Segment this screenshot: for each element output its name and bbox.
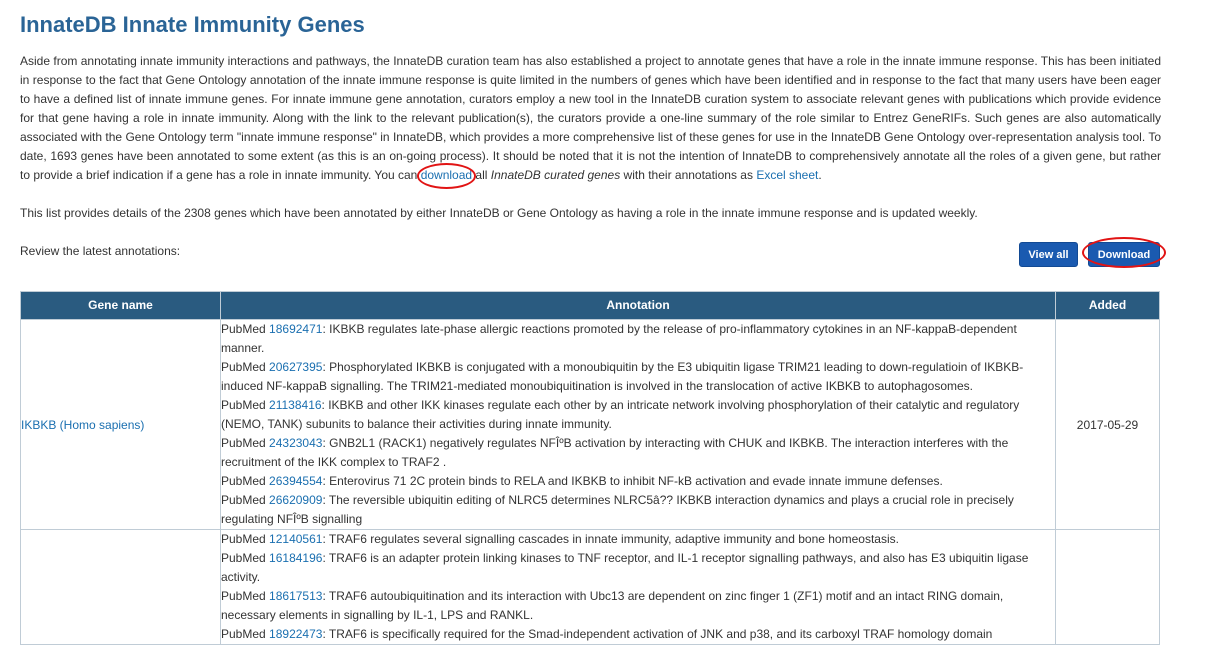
annotation-item: PubMed 18922473: TRAF6 is specifically r… xyxy=(221,625,1055,644)
annotation-text: : GNB2L1 (RACK1) negatively regulates NF… xyxy=(221,436,1009,469)
download-link[interactable]: download xyxy=(421,168,472,182)
annotation-item: PubMed 24323043: GNB2L1 (RACK1) negative… xyxy=(221,434,1055,472)
pubmed-link[interactable]: 26394554 xyxy=(269,474,322,488)
pubmed-link[interactable]: 26620909 xyxy=(269,493,322,507)
excel-sheet-link[interactable]: Excel sheet xyxy=(756,168,818,182)
annotation-item: PubMed 26394554: Enterovirus 71 2C prote… xyxy=(221,472,1055,491)
annotation-item: PubMed 18692471: IKBKB regulates late-ph… xyxy=(221,320,1055,358)
annotation-text: : TRAF6 is specifically required for the… xyxy=(322,627,993,641)
pubmed-label: PubMed xyxy=(221,627,266,641)
header-annotation[interactable]: Annotation xyxy=(220,291,1056,320)
curated-genes-text: InnateDB curated genes xyxy=(490,168,621,182)
download-link-highlight: download xyxy=(416,163,477,189)
list-details-text: This list provides details of the 2308 g… xyxy=(20,206,978,220)
annotation-text: : TRAF6 autoubiquitination and its inter… xyxy=(221,589,1004,622)
pubmed-label: PubMed xyxy=(221,474,266,488)
annotation-text: : TRAF6 regulates several signalling cas… xyxy=(322,532,899,546)
innate-genes-table: Gene name Annotation Added IKBKB (Homo s… xyxy=(20,291,1160,645)
table-row: PubMed 12140561: TRAF6 regulates several… xyxy=(20,529,1160,645)
intro-text: Aside from annotating innate immunity in… xyxy=(20,54,1161,182)
annotation-text: : TRAF6 is an adapter protein linking ki… xyxy=(221,551,1029,584)
gene-name-cell xyxy=(20,529,221,645)
intro-all-text: all xyxy=(475,168,488,182)
annotation-cell: PubMed 12140561: TRAF6 regulates several… xyxy=(220,529,1056,645)
annotation-item: PubMed 26620909: The reversible ubiquiti… xyxy=(221,491,1055,529)
pubmed-link[interactable]: 16184196 xyxy=(269,551,322,565)
pubmed-link[interactable]: 12140561 xyxy=(269,532,322,546)
intro-paragraph: Aside from annotating innate immunity in… xyxy=(20,52,1161,189)
annotation-text: : Phosphorylated IKBKB is conjugated wit… xyxy=(221,360,1024,393)
gene-name-cell: IKBKB (Homo sapiens) xyxy=(20,319,221,530)
pubmed-link[interactable]: 24323043 xyxy=(269,436,322,450)
annotation-text: : The reversible ubiquitin editing of NL… xyxy=(221,493,1014,526)
annotation-item: PubMed 20627395: Phosphorylated IKBKB is… xyxy=(221,358,1055,396)
added-date-cell xyxy=(1055,529,1160,645)
annotation-text: : IKBKB and other IKK kinases regulate e… xyxy=(221,398,1020,431)
pubmed-link[interactable]: 18617513 xyxy=(269,589,322,603)
pubmed-label: PubMed xyxy=(221,398,266,412)
pubmed-label: PubMed xyxy=(221,493,266,507)
pubmed-label: PubMed xyxy=(221,360,266,374)
header-added[interactable]: Added xyxy=(1055,291,1160,320)
intro-period: . xyxy=(818,168,822,182)
pubmed-link[interactable]: 18692471 xyxy=(269,322,322,336)
pubmed-label: PubMed xyxy=(221,436,266,450)
annotation-item: PubMed 16184196: TRAF6 is an adapter pro… xyxy=(221,549,1055,587)
annotation-item: PubMed 18617513: TRAF6 autoubiquitinatio… xyxy=(221,587,1055,625)
annotation-item: PubMed 12140561: TRAF6 regulates several… xyxy=(221,530,1055,549)
pubmed-link[interactable]: 20627395 xyxy=(269,360,322,374)
annotation-text: : IKBKB regulates late-phase allergic re… xyxy=(221,322,1017,355)
pubmed-link[interactable]: 18922473 xyxy=(269,627,322,641)
pubmed-label: PubMed xyxy=(221,589,266,603)
pubmed-label: PubMed xyxy=(221,551,266,565)
annotation-item: PubMed 21138416: IKBKB and other IKK kin… xyxy=(221,396,1055,434)
review-label: Review the latest annotations: xyxy=(20,244,181,258)
annotation-text: : Enterovirus 71 2C protein binds to REL… xyxy=(322,474,943,488)
gene-link[interactable]: IKBKB (Homo sapiens) xyxy=(21,418,144,432)
pubmed-label: PubMed xyxy=(221,532,266,546)
added-date-cell: 2017-05-29 xyxy=(1055,319,1160,530)
intro-annotations-text: with their annotations as xyxy=(623,168,753,182)
page-title: InnateDB Innate Immunity Genes xyxy=(20,12,365,37)
table-row: IKBKB (Homo sapiens) PubMed 18692471: IK… xyxy=(20,319,1160,530)
header-gene-name[interactable]: Gene name xyxy=(20,291,221,320)
annotation-cell: PubMed 18692471: IKBKB regulates late-ph… xyxy=(220,319,1056,530)
table-header-row: Gene name Annotation Added xyxy=(20,291,1160,320)
download-button[interactable]: Download xyxy=(1088,242,1160,267)
pubmed-link[interactable]: 21138416 xyxy=(269,398,322,412)
pubmed-label: PubMed xyxy=(221,322,266,336)
view-all-button[interactable]: View all xyxy=(1019,242,1078,267)
